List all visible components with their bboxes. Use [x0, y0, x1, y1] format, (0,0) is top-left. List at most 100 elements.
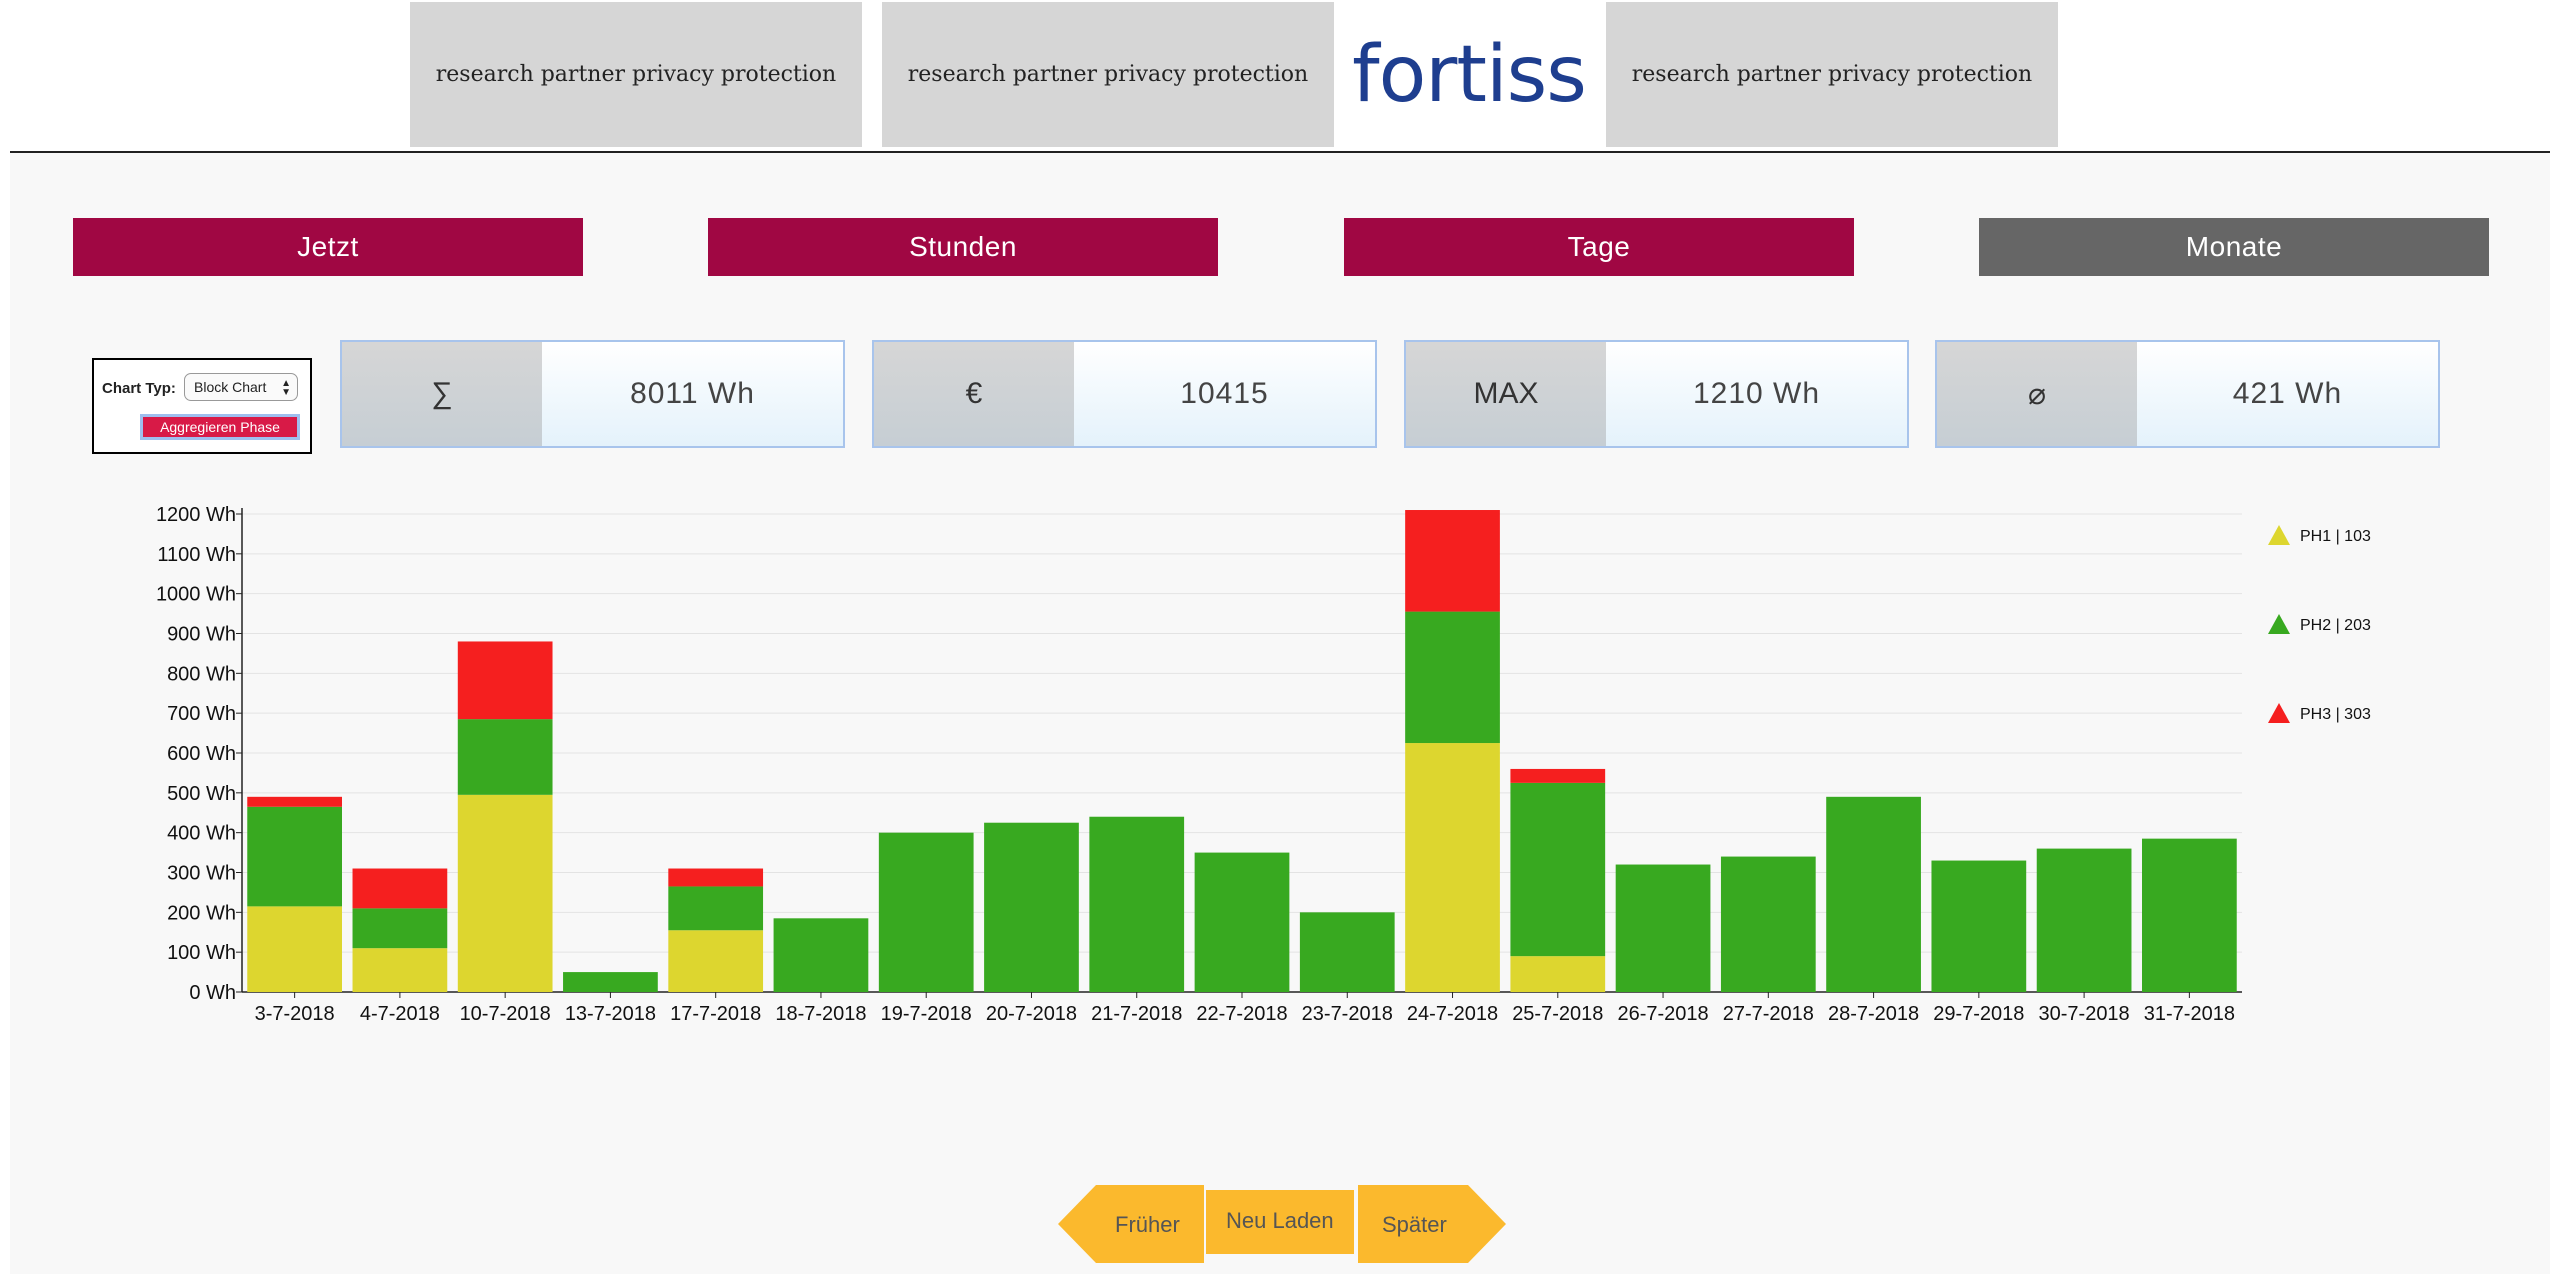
bar-segment-ph1: [1510, 956, 1606, 992]
bar-segment-ph1: [668, 930, 764, 992]
y-tick-label: 1200 Wh: [156, 504, 236, 526]
sum-icon: ∑: [342, 342, 542, 446]
euro-icon: €: [874, 342, 1074, 446]
aggregate-phase-button[interactable]: Aggregieren Phase: [140, 414, 300, 440]
jetzt-button[interactable]: Jetzt: [73, 218, 583, 276]
chart-type-value: Block Chart: [194, 379, 267, 395]
legend-triangle-icon: [2268, 703, 2290, 723]
y-tick-label: 900 Wh: [167, 624, 236, 646]
bar-segment-ph2: [773, 918, 869, 992]
header: research partner privacy protection rese…: [0, 0, 2560, 153]
bar-segment-ph2: [1405, 611, 1500, 744]
cost-value: 10415: [1074, 342, 1375, 446]
legend-label: PH2 | 203: [2300, 617, 2371, 634]
x-tick-label: 3-7-2018: [255, 1003, 335, 1025]
legend-label: PH1 | 103: [2300, 528, 2371, 545]
chart-type-select[interactable]: Block Chart ▲ ▼: [184, 373, 298, 401]
bar-segment-ph2: [352, 908, 448, 949]
x-tick-label: 27-7-2018: [1723, 1003, 1814, 1025]
bar-segment-ph2: [1720, 856, 1816, 992]
x-tick-label: 10-7-2018: [460, 1003, 551, 1025]
x-tick-label: 23-7-2018: [1302, 1003, 1393, 1025]
average-card: ⌀ 421 Wh: [1935, 340, 2440, 448]
y-tick-label: 600 Wh: [167, 743, 236, 765]
y-tick-label: 700 Wh: [167, 703, 236, 725]
x-tick-label: 4-7-2018: [360, 1003, 440, 1025]
average-icon: ⌀: [1937, 342, 2137, 446]
x-tick-label: 13-7-2018: [565, 1003, 656, 1025]
x-tick-label: 21-7-2018: [1091, 1003, 1182, 1025]
bar-segment-ph2: [563, 972, 658, 992]
max-value: 1210 Wh: [1606, 342, 1907, 446]
cost-card: € 10415: [872, 340, 1377, 448]
max-label: MAX: [1406, 342, 1606, 446]
x-tick-label: 20-7-2018: [986, 1003, 1077, 1025]
bar-segment-ph2: [457, 719, 553, 795]
bar-segment-ph2: [1089, 816, 1185, 992]
bar-segment-ph2: [2036, 848, 2132, 992]
reload-button[interactable]: Neu Laden: [1206, 1190, 1354, 1254]
x-tick-label: 24-7-2018: [1407, 1003, 1498, 1025]
bar-segment-ph2: [878, 832, 974, 992]
x-tick-label: 19-7-2018: [881, 1003, 972, 1025]
bar-segment-ph2: [668, 886, 764, 931]
bar-segment-ph2: [2142, 838, 2237, 992]
legend-label: PH3 | 303: [2300, 706, 2371, 723]
bar-segment-ph2: [1510, 782, 1606, 957]
energy-bar-chart: 0 Wh 100 Wh 200 Wh 300 Wh 400 Wh 500 Wh 600 Wh…: [156, 504, 2371, 1025]
y-tick-label: 500 Wh: [167, 783, 236, 805]
average-value: 421 Wh: [2137, 342, 2438, 446]
bar-segment-ph3: [457, 641, 553, 720]
legend-triangle-icon: [2268, 614, 2290, 634]
y-tick-label: 1000 Wh: [156, 584, 236, 606]
bar-segment-ph2: [1194, 852, 1290, 992]
y-tick-label: 1100 Wh: [157, 544, 236, 566]
earlier-label: Früher: [1115, 1212, 1180, 1237]
y-tick-label: 300 Wh: [167, 863, 236, 885]
x-tick-label: 18-7-2018: [775, 1003, 866, 1025]
y-tick-label: 100 Wh: [167, 942, 236, 964]
y-tick-label: 400 Wh: [167, 823, 236, 845]
bar-segment-ph2: [1931, 860, 2027, 992]
stunden-button[interactable]: Stunden: [708, 218, 1218, 276]
y-tick-label: 200 Wh: [167, 902, 236, 924]
bar-segment-ph2: [247, 806, 342, 907]
bar-segment-ph3: [247, 796, 342, 807]
max-card: MAX 1210 Wh: [1404, 340, 1909, 448]
chart-type-box: Chart Typ: Block Chart ▲ ▼ Aggregieren Ph…: [92, 358, 312, 454]
later-label: Später: [1382, 1212, 1447, 1237]
x-tick-label: 29-7-2018: [1933, 1003, 2024, 1025]
x-tick-label: 28-7-2018: [1828, 1003, 1919, 1025]
x-tick-label: 25-7-2018: [1512, 1003, 1603, 1025]
tage-button[interactable]: Tage: [1344, 218, 1854, 276]
select-arrows-icon: ▲ ▼: [281, 378, 291, 398]
sum-card: ∑ 8011 Wh: [340, 340, 845, 448]
bar-segment-ph3: [1405, 510, 1500, 612]
x-tick-label: 22-7-2018: [1196, 1003, 1287, 1025]
bar-segment-ph2: [984, 822, 1079, 992]
fortiss-logo[interactable]: fortiss: [1338, 2, 1600, 147]
partner-tile-3[interactable]: research partner privacy protection: [1606, 2, 2058, 147]
x-tick-label: 30-7-2018: [2039, 1003, 2130, 1025]
bar-segment-ph1: [457, 794, 553, 992]
bar-segment-ph3: [352, 868, 448, 909]
sum-value: 8011 Wh: [542, 342, 843, 446]
monate-button[interactable]: Monate: [1979, 218, 2489, 276]
legend-triangle-icon: [2268, 525, 2290, 545]
bar-segment-ph2: [1615, 864, 1711, 992]
bar-segment-ph3: [668, 868, 764, 887]
y-tick-label: 800 Wh: [167, 663, 236, 685]
bar-segment-ph1: [1405, 743, 1500, 992]
partner-tile-2[interactable]: research partner privacy protection: [882, 2, 1334, 147]
bar-segment-ph2: [1299, 912, 1395, 992]
bar-segment-ph1: [352, 948, 448, 992]
bar-segment-ph3: [1510, 768, 1606, 783]
y-tick-label: 0 Wh: [189, 982, 236, 1004]
chart-type-label: Chart Typ:: [102, 380, 176, 397]
x-tick-label: 31-7-2018: [2144, 1003, 2235, 1025]
bar-segment-ph1: [247, 906, 342, 992]
x-tick-label: 17-7-2018: [670, 1003, 761, 1025]
partner-tile-1[interactable]: research partner privacy protection: [410, 2, 862, 147]
bar-segment-ph2: [1826, 796, 1921, 992]
reload-label: Neu Laden: [1226, 1208, 1334, 1233]
